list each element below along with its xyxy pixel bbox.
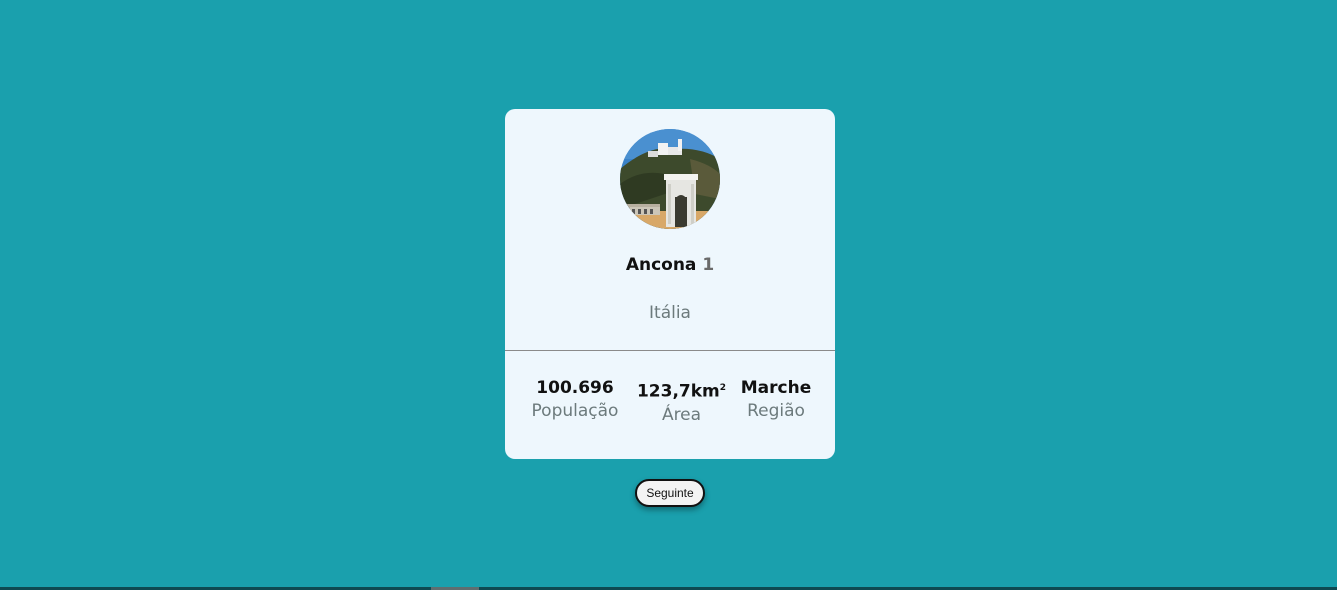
- city-country: Itália: [649, 303, 691, 323]
- next-button[interactable]: Seguinte: [635, 479, 705, 507]
- stat-area-number: 123,7km: [636, 381, 720, 402]
- city-name: Ancona: [625, 255, 697, 275]
- stat-region-label: Região: [747, 401, 805, 421]
- stat-population-value: 100.696: [536, 378, 614, 398]
- city-photo-image: [620, 129, 720, 229]
- city-rank: 1: [702, 255, 715, 275]
- city-stats: 100.696 População 123,7km2 Área Marche R…: [505, 377, 835, 427]
- stat-area-unit-sup: 2: [719, 383, 727, 393]
- city-card: Ancona 1 Itália 100.696 População 123,7k…: [505, 109, 835, 459]
- city-photo: [620, 129, 720, 229]
- stat-region-value: Marche: [740, 378, 812, 398]
- stat-area-value: 123,7km2: [634, 377, 729, 403]
- stat-area: 123,7km2 Área: [634, 377, 729, 427]
- stat-population: 100.696 População: [505, 377, 645, 423]
- stat-area-label: Área: [661, 404, 702, 425]
- card-divider: [505, 350, 835, 351]
- stat-region: Marche Região: [731, 377, 821, 423]
- stat-population-label: População: [531, 401, 619, 421]
- city-title: Ancona 1: [505, 255, 835, 275]
